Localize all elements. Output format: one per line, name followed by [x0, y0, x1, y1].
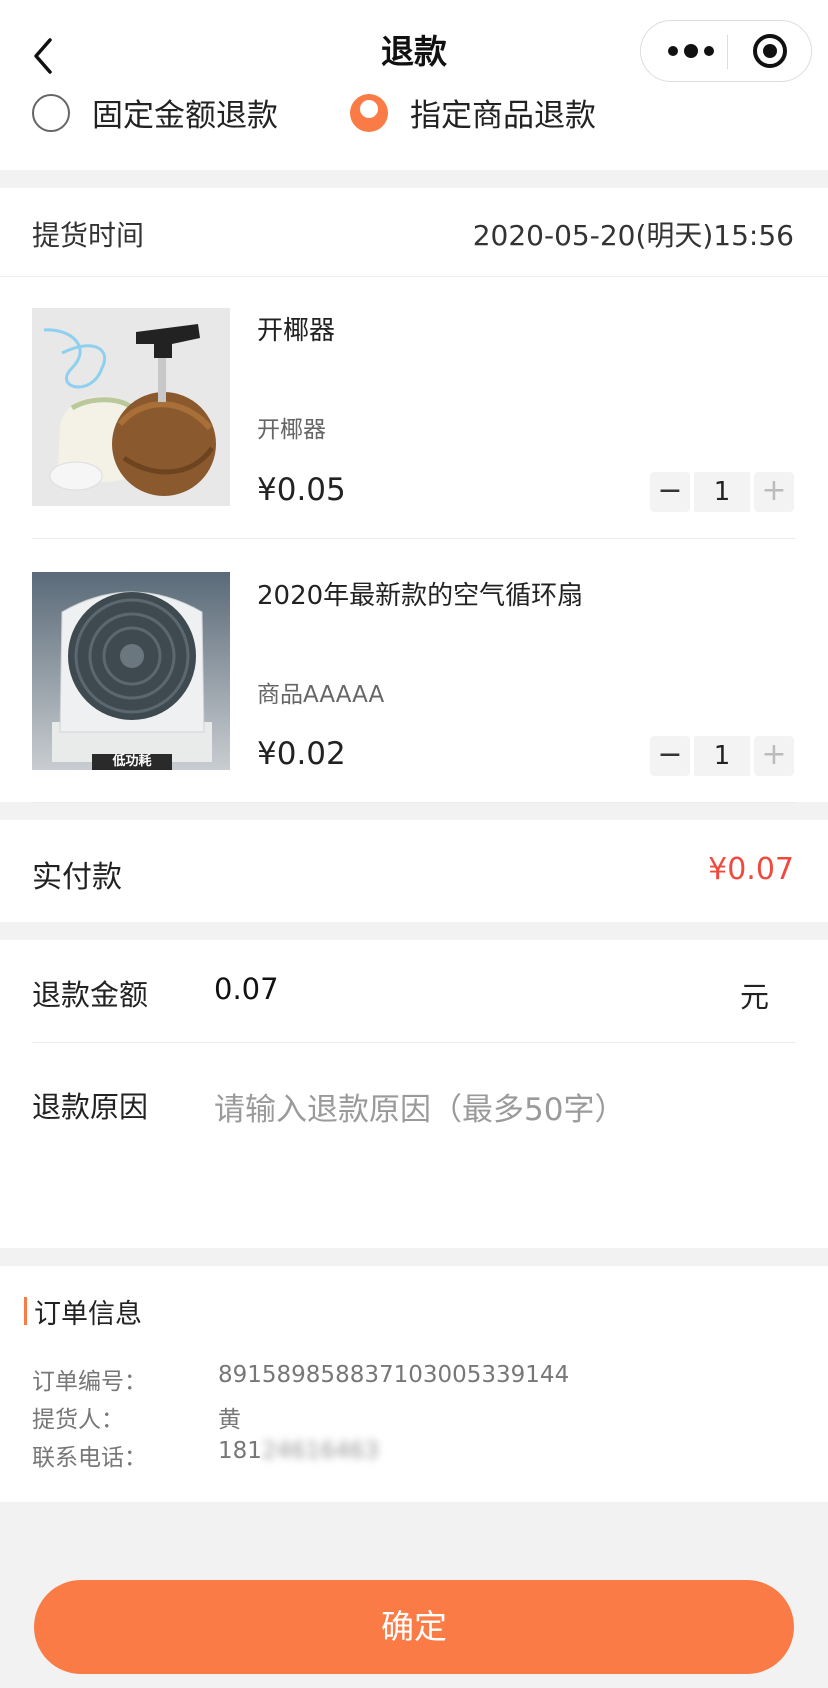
quantity-value[interactable]: 1 — [694, 736, 750, 776]
specified-product-radio[interactable] — [350, 94, 388, 132]
phone-value: 18124616463 — [218, 1438, 379, 1464]
quantity-value[interactable]: 1 — [694, 472, 750, 512]
section-accent-bar — [24, 1297, 27, 1325]
product-spec: 开椰器 — [257, 417, 326, 443]
fixed-amount-label[interactable]: 固定金额退款 — [92, 94, 278, 138]
currency-unit: 元 — [740, 980, 770, 1014]
pickup-time-label: 提货时间 — [32, 219, 145, 252]
more-icon[interactable] — [665, 41, 717, 61]
refund-amount-label: 退款金额 — [32, 978, 149, 1012]
phone-blurred-digits: 24616463 — [261, 1438, 379, 1464]
image-caption: 低功耗 — [112, 754, 152, 769]
radio-selected-dot — [360, 100, 378, 118]
pickup-time-value: 2020-05-20(明天)15:56 — [472, 219, 794, 252]
refund-reason-input[interactable]: 请输入退款原因（最多50字） — [214, 1084, 794, 1224]
capsule-divider — [727, 35, 728, 69]
order-number-value: 891589858837103005339144 — [218, 1362, 570, 1388]
minus-button[interactable]: − — [650, 472, 690, 512]
product-name: 2020年最新款的空气循环扇 — [257, 581, 584, 611]
divider — [32, 538, 796, 539]
minus-button[interactable]: − — [650, 736, 690, 776]
paid-amount-value: ¥0.07 — [708, 852, 794, 887]
refund-reason-label: 退款原因 — [32, 1090, 149, 1124]
product-name: 开椰器 — [257, 316, 336, 346]
divider — [0, 276, 828, 277]
product-spec: 商品AAAAA — [257, 682, 385, 708]
confirm-button[interactable]: 确定 — [34, 1580, 794, 1674]
recipient-label: 提货人： — [32, 1407, 124, 1433]
plus-button[interactable]: + — [754, 736, 794, 776]
order-info-title: 订单信息 — [34, 1299, 142, 1330]
specified-product-label[interactable]: 指定商品退款 — [410, 94, 596, 138]
divider — [32, 1042, 796, 1043]
paid-amount-label: 实付款 — [32, 860, 122, 895]
product-price: ¥0.05 — [257, 472, 346, 508]
product-price: ¥0.02 — [257, 736, 346, 772]
mini-program-capsule — [640, 20, 812, 82]
order-number-label: 订单编号： — [32, 1369, 147, 1395]
fixed-amount-radio[interactable] — [32, 94, 70, 132]
close-target-icon[interactable] — [751, 32, 789, 70]
coconut-opener-image[interactable] — [32, 308, 230, 506]
phone-label: 联系电话： — [32, 1445, 147, 1471]
paid-amount-row — [0, 820, 828, 922]
quantity-stepper: − 1 + — [650, 472, 794, 512]
recipient-value: 黄 — [218, 1407, 241, 1433]
quantity-stepper: − 1 + — [650, 736, 794, 776]
phone-visible-digits: 181 — [218, 1438, 262, 1464]
divider — [32, 802, 796, 803]
air-circulation-fan-image[interactable]: 低功耗 — [32, 572, 230, 770]
refund-amount-input[interactable]: 0.07 — [214, 972, 279, 1006]
plus-button[interactable]: + — [754, 472, 794, 512]
